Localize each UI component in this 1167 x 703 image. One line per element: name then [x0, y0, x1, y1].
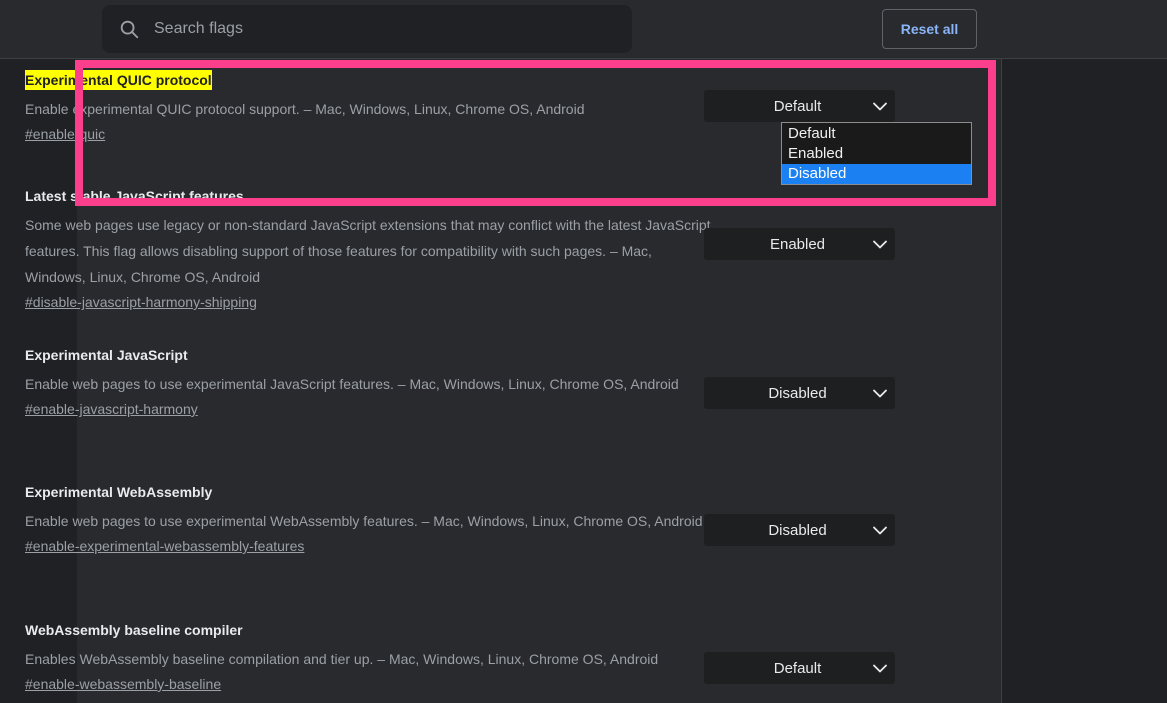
flag-text-block: WebAssembly baseline compiler Enables We…	[25, 620, 715, 694]
flag-description: Enable experimental QUIC protocol suppor…	[25, 101, 585, 117]
flag-select-enable-javascript-harmony[interactable]: Disabled	[704, 377, 895, 409]
flag-title: Experimental WebAssembly	[25, 484, 213, 500]
flag-title: WebAssembly baseline compiler	[25, 622, 243, 638]
flag-select-dropdown-list[interactable]: Default Enabled Disabled	[781, 122, 972, 185]
flag-title: Experimental JavaScript	[25, 347, 188, 363]
flag-select-enable-experimental-webassembly-features[interactable]: Disabled	[704, 514, 895, 546]
flag-select-value: Disabled	[768, 521, 827, 539]
dropdown-option-default[interactable]: Default	[782, 124, 971, 144]
flag-description: Enable web pages to use experimental Web…	[25, 513, 703, 529]
flag-description: Some web pages use legacy or non-standar…	[25, 217, 711, 285]
flag-text-block: Experimental QUIC protocol Enable experi…	[25, 70, 715, 144]
flag-select-value: Disabled	[768, 384, 827, 402]
search-icon	[118, 18, 140, 40]
flag-internal-link[interactable]: #enable-quic	[25, 126, 105, 142]
search-input[interactable]	[154, 20, 616, 38]
dropdown-option-enabled[interactable]: Enabled	[782, 144, 971, 164]
flag-select-enable-webassembly-baseline[interactable]: Default	[704, 652, 895, 684]
flag-select-value: Default	[773, 97, 822, 115]
flag-internal-link[interactable]: #enable-experimental-webassembly-feature…	[25, 538, 304, 554]
flag-text-block: Latest stable JavaScript features Some w…	[25, 186, 715, 312]
search-flags-box[interactable]	[102, 5, 632, 53]
chevron-down-icon	[869, 664, 891, 673]
chevron-down-icon	[869, 526, 891, 535]
flag-select-value: Default	[773, 659, 822, 677]
flag-select-disable-javascript-harmony-shipping[interactable]: Enabled	[704, 228, 895, 260]
flag-text-block: Experimental WebAssembly Enable web page…	[25, 482, 715, 556]
chevron-down-icon	[869, 240, 891, 249]
flag-title: Experimental QUIC protocol	[25, 70, 212, 90]
flags-header-bar: Reset all	[0, 0, 1167, 59]
flag-title: Latest stable JavaScript features	[25, 188, 244, 204]
dropdown-option-disabled[interactable]: Disabled	[782, 164, 971, 184]
chevron-down-icon	[869, 102, 891, 111]
flag-internal-link[interactable]: #enable-webassembly-baseline	[25, 676, 221, 692]
reset-all-button[interactable]: Reset all	[882, 9, 977, 49]
flag-internal-link[interactable]: #enable-javascript-harmony	[25, 401, 198, 417]
flag-description: Enables WebAssembly baseline compilation…	[25, 651, 659, 667]
flag-description: Enable web pages to use experimental Jav…	[25, 376, 679, 392]
chevron-down-icon	[869, 389, 891, 398]
flag-internal-link[interactable]: #disable-javascript-harmony-shipping	[25, 294, 257, 310]
flag-select-value: Enabled	[769, 235, 826, 253]
flag-select-enable-quic[interactable]: Default	[704, 90, 895, 122]
flag-text-block: Experimental JavaScript Enable web pages…	[25, 345, 715, 419]
page-right-gutter	[1002, 59, 1167, 703]
